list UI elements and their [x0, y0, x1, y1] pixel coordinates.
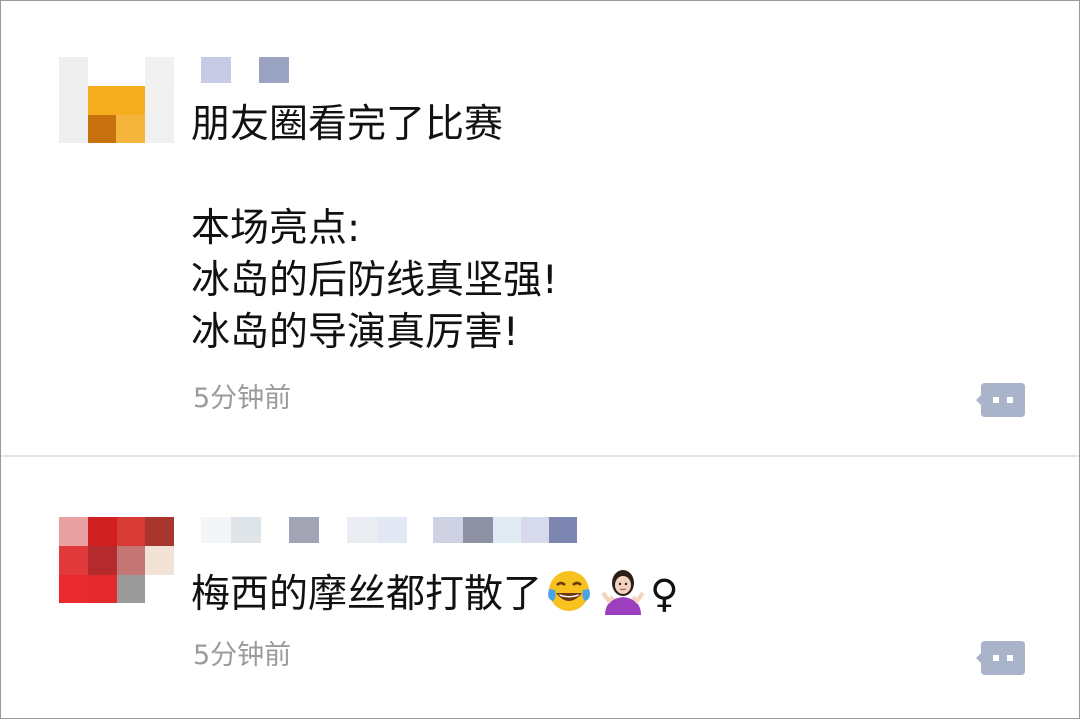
tears-of-joy-emoji — [548, 571, 590, 611]
avatar[interactable] — [59, 57, 174, 143]
timestamp: 5分钟前 — [193, 640, 292, 671]
post-content: 梅西的摩丝都打散了 ♀ — [191, 567, 679, 621]
comment-button[interactable] — [975, 638, 1027, 678]
post-text: 梅西的摩丝都打散了 — [191, 572, 543, 617]
comment-icon — [976, 383, 1025, 417]
moment-post: 朋友圈看完了比赛 本场亮点: 冰岛的后防线真坚强! 冰岛的导演真厉害! 5分钟前 — [1, 1, 1079, 456]
moment-post: 梅西的摩丝都打散了 ♀ 5分钟前 — [1, 457, 1079, 718]
avatar[interactable] — [59, 517, 174, 603]
female-sign-icon: ♀ — [650, 572, 679, 617]
comment-button[interactable] — [975, 380, 1027, 420]
comment-icon — [976, 641, 1025, 675]
moments-feed: 朋友圈看完了比赛 本场亮点: 冰岛的后防线真坚强! 冰岛的导演真厉害! 5分钟前 — [0, 0, 1080, 719]
woman-shrugging-emoji — [601, 570, 645, 615]
post-content: 朋友圈看完了比赛 本场亮点: 冰岛的后防线真坚强! 冰岛的导演真厉害! — [191, 102, 558, 355]
timestamp: 5分钟前 — [193, 383, 292, 414]
